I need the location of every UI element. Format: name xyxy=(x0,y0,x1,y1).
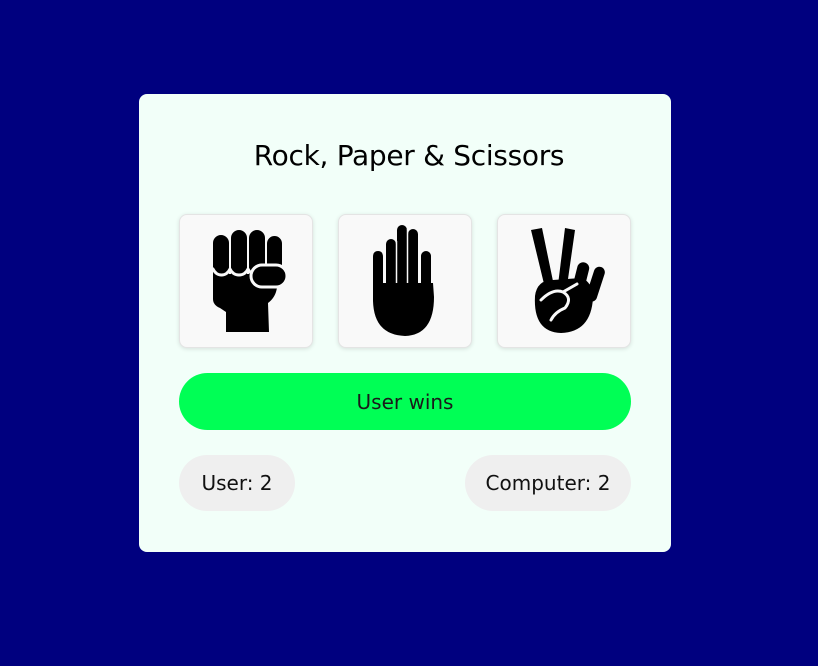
fist-icon xyxy=(211,230,288,332)
rock-button[interactable] xyxy=(179,214,313,348)
open-hand-icon xyxy=(373,225,434,336)
scissors-button[interactable] xyxy=(497,214,631,348)
paper-button[interactable] xyxy=(338,214,472,348)
computer-score-badge: Computer: 2 xyxy=(465,455,631,511)
result-banner: User wins xyxy=(179,373,631,430)
user-score-badge: User: 2 xyxy=(179,455,295,511)
victory-hand-icon xyxy=(531,228,605,333)
game-title: Rock, Paper & Scissors xyxy=(253,139,565,172)
